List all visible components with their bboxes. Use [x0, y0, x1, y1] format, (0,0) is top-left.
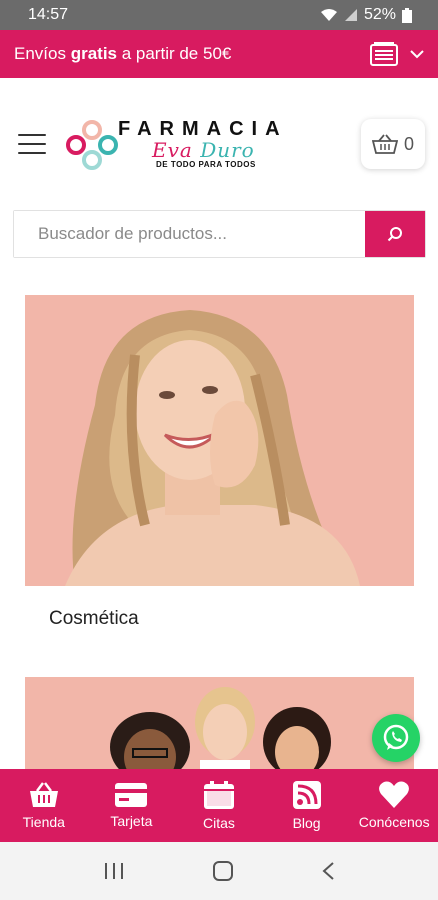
newspaper-icon — [370, 42, 398, 66]
calendar-icon — [203, 780, 234, 809]
bottom-navigation: Tienda Tarjeta Citas Blog Conócenos — [0, 769, 438, 842]
battery-icon — [402, 7, 412, 23]
search-input[interactable] — [14, 211, 365, 257]
home-icon[interactable] — [212, 860, 234, 882]
wifi-icon — [320, 9, 337, 21]
cart-count: 0 — [403, 133, 414, 154]
shipping-promo-bar: Envíos gratis a partir de 50€ — [0, 30, 438, 78]
menu-icon — [18, 134, 46, 136]
team-photo-image — [25, 677, 414, 777]
nav-blog-label: Blog — [292, 814, 321, 831]
cart-button[interactable]: 0 — [361, 119, 425, 169]
shipping-promo-text: Envíos gratis a partir de 50€ — [14, 44, 232, 63]
logo[interactable]: FARMACIA Eva Duro DE TODO PARA TODOS — [64, 116, 314, 176]
nav-citas[interactable]: Citas — [175, 769, 263, 842]
search-icon — [387, 227, 402, 242]
status-time: 14:57 — [28, 6, 69, 23]
card-icon — [115, 782, 148, 807]
whatsapp-button[interactable] — [372, 714, 420, 762]
site-header: FARMACIA Eva Duro DE TODO PARA TODOS 0 — [0, 78, 438, 198]
logo-script-text: Eva Duro — [152, 138, 255, 162]
nav-tienda-label: Tienda — [22, 813, 65, 830]
system-navigation-bar — [0, 842, 438, 900]
logo-rings-icon — [66, 120, 118, 170]
menu-button[interactable] — [18, 134, 46, 156]
nav-conocenos-label: Conócenos — [358, 814, 430, 830]
recent-apps-icon[interactable] — [103, 862, 125, 880]
promo-toggle[interactable] — [370, 42, 424, 66]
chevron-down-icon — [410, 50, 424, 59]
basket-icon — [371, 134, 398, 154]
battery-percent: 52% — [363, 6, 396, 23]
nav-tienda[interactable]: Tienda — [0, 769, 88, 842]
status-icons: 52% — [320, 6, 412, 24]
rss-icon — [292, 780, 321, 809]
nav-blog[interactable]: Blog — [263, 769, 351, 842]
nav-conocenos[interactable]: Conócenos — [350, 769, 438, 842]
status-bar: 14:57 52% — [0, 0, 438, 30]
nav-tarjeta[interactable]: Tarjeta — [88, 769, 176, 842]
category-title[interactable]: Cosmética — [49, 608, 139, 630]
back-icon[interactable] — [321, 861, 335, 881]
heart-icon — [379, 781, 410, 808]
whatsapp-icon — [383, 724, 409, 750]
nav-citas-label: Citas — [203, 814, 235, 831]
category-card-2[interactable] — [25, 677, 414, 777]
category-card-cosmetica[interactable] — [25, 295, 414, 586]
logo-tagline: DE TODO PARA TODOS — [156, 160, 256, 169]
nav-tarjeta-label: Tarjeta — [110, 812, 153, 829]
search-button[interactable] — [365, 211, 425, 257]
search-bar — [13, 210, 426, 258]
basket-icon — [29, 781, 58, 807]
signal-icon — [344, 9, 357, 21]
cosmetics-model-image — [25, 295, 414, 586]
